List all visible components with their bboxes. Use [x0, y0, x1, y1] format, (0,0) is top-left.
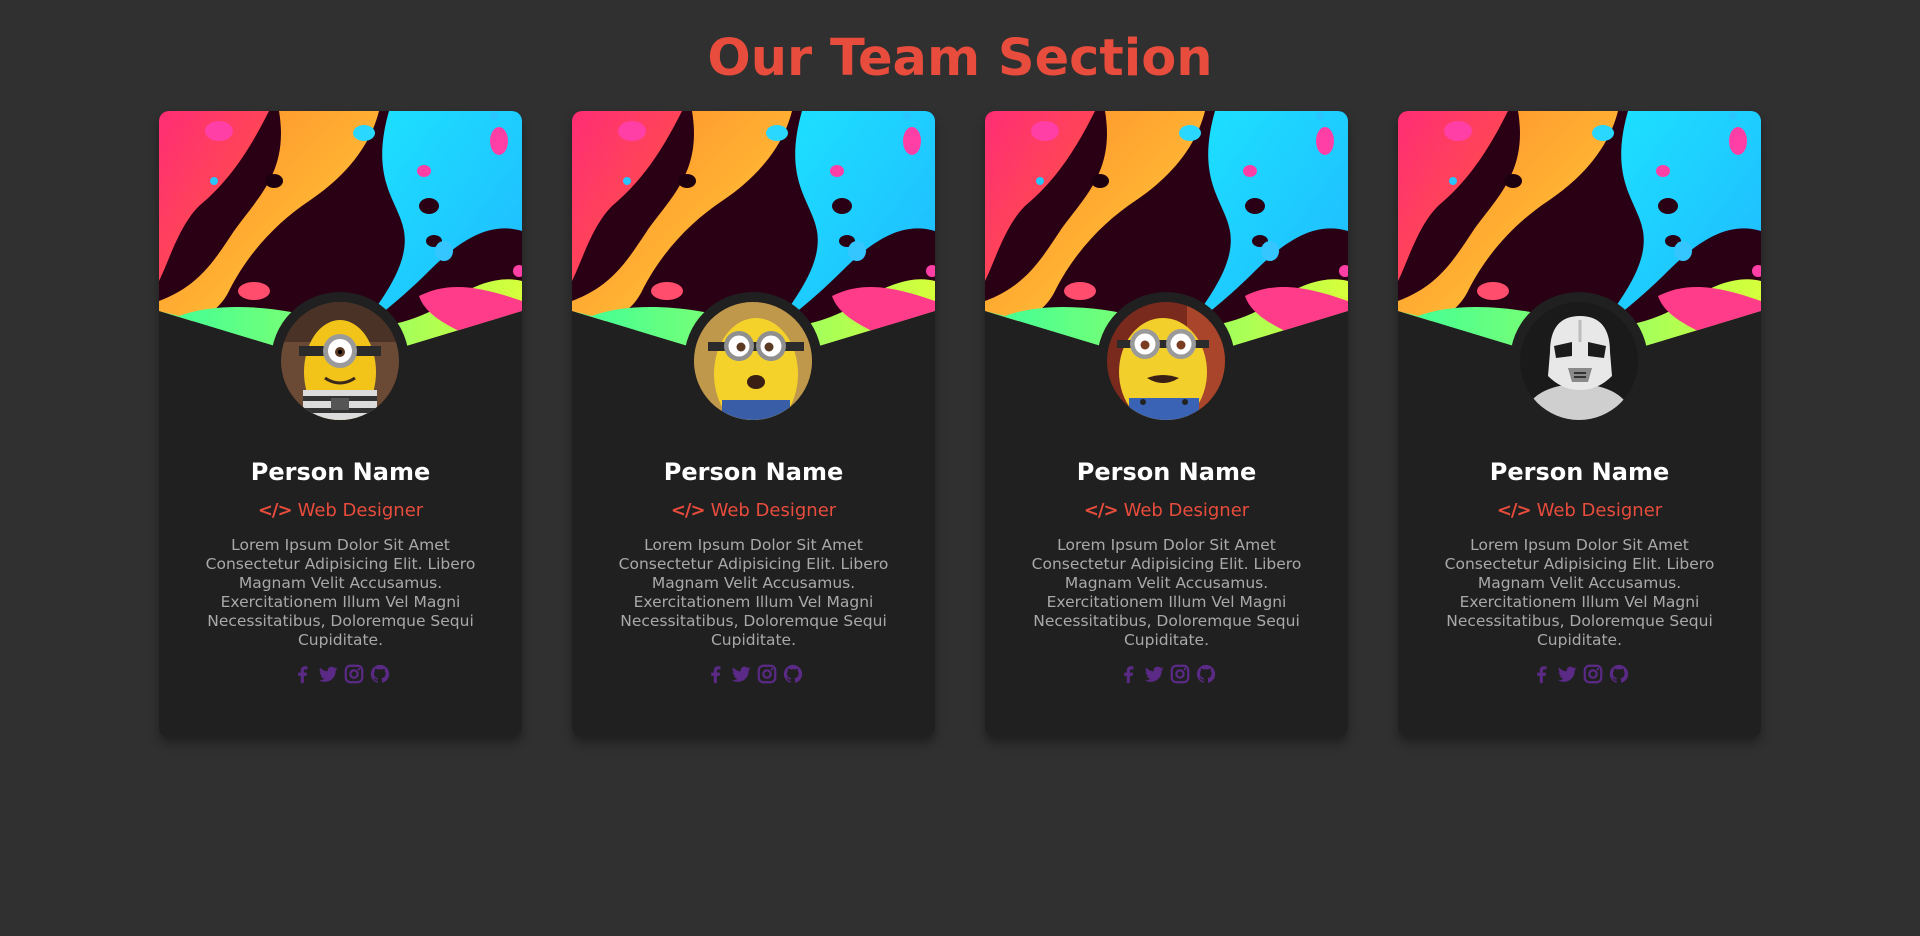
- person-role: </> Web Designer: [985, 499, 1348, 523]
- person-name: Person Name: [250, 458, 431, 486]
- twitter-icon[interactable]: [317, 663, 339, 685]
- github-icon[interactable]: [1608, 663, 1630, 685]
- person-name: Person Name: [1489, 458, 1670, 486]
- social-links: [1398, 663, 1761, 687]
- person-name: Person Name: [663, 458, 844, 486]
- minion-surprised-avatar: [1107, 302, 1225, 420]
- role-label: Web Designer: [1123, 500, 1250, 521]
- minion-two-eyes-avatar: [694, 302, 812, 420]
- code-icon: </>: [1083, 500, 1119, 521]
- code-icon: </>: [257, 500, 293, 521]
- team-card: Person Name </> Web Designer Lorem Ipsum …: [985, 111, 1348, 737]
- role-label: Web Designer: [297, 500, 424, 521]
- social-links: [159, 663, 522, 687]
- github-icon[interactable]: [782, 663, 804, 685]
- facebook-icon[interactable]: [291, 663, 313, 685]
- avatar-frame: [271, 292, 409, 430]
- instagram-icon[interactable]: [343, 663, 365, 685]
- minion-one-eye-avatar: [281, 302, 399, 420]
- instagram-icon[interactable]: [756, 663, 778, 685]
- avatar-frame: [1510, 292, 1648, 430]
- github-icon[interactable]: [1195, 663, 1217, 685]
- page-title: Our Team Section: [707, 29, 1213, 88]
- person-bio: Lorem Ipsum Dolor Sit Amet Consectetur A…: [1444, 536, 1715, 649]
- social-links: [985, 663, 1348, 687]
- facebook-icon[interactable]: [1530, 663, 1552, 685]
- team-card: Person Name </> Web Designer Lorem Ipsum …: [572, 111, 935, 737]
- team-cards: Person Name </> Web Designer Lorem Ipsum …: [159, 111, 1761, 737]
- team-card: Person Name </> Web Designer Lorem Ipsum …: [159, 111, 522, 737]
- person-bio: Lorem Ipsum Dolor Sit Amet Consectetur A…: [1031, 536, 1302, 649]
- person-name: Person Name: [1076, 458, 1257, 486]
- person-bio: Lorem Ipsum Dolor Sit Amet Consectetur A…: [205, 536, 476, 649]
- facebook-icon[interactable]: [1117, 663, 1139, 685]
- instagram-icon[interactable]: [1169, 663, 1191, 685]
- avatar-frame: [1097, 292, 1235, 430]
- person-role: </> Web Designer: [572, 499, 935, 523]
- avatar-frame: [684, 292, 822, 430]
- code-icon: </>: [1496, 500, 1532, 521]
- team-card: Person Name </> Web Designer Lorem Ipsum …: [1398, 111, 1761, 737]
- facebook-icon[interactable]: [704, 663, 726, 685]
- person-role: </> Web Designer: [159, 499, 522, 523]
- person-bio: Lorem Ipsum Dolor Sit Amet Consectetur A…: [618, 536, 889, 649]
- person-role: </> Web Designer: [1398, 499, 1761, 523]
- role-label: Web Designer: [1536, 500, 1663, 521]
- github-icon[interactable]: [369, 663, 391, 685]
- twitter-icon[interactable]: [1143, 663, 1165, 685]
- instagram-icon[interactable]: [1582, 663, 1604, 685]
- stormtrooper-avatar: [1520, 302, 1638, 420]
- twitter-icon[interactable]: [730, 663, 752, 685]
- twitter-icon[interactable]: [1556, 663, 1578, 685]
- code-icon: </>: [670, 500, 706, 521]
- role-label: Web Designer: [710, 500, 837, 521]
- social-links: [572, 663, 935, 687]
